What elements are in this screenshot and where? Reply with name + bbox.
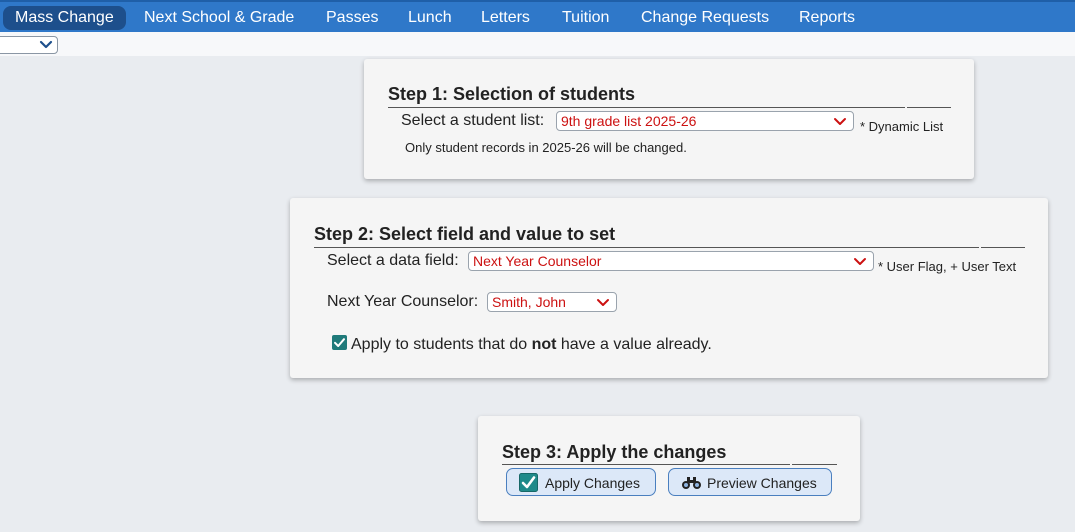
chevron-down-icon	[39, 40, 53, 49]
preview-changes-button[interactable]: Preview Changes	[668, 468, 832, 496]
tab-mass-change[interactable]: Mass Change	[3, 6, 126, 30]
check-icon	[334, 338, 345, 347]
step3-card: Step 3: Apply the changes Apply Changes …	[478, 416, 860, 521]
data-field-select[interactable]: Next Year Counselor	[468, 251, 874, 271]
step2-card: Step 2: Select field and value to set Se…	[290, 198, 1048, 378]
step1-title: Step 1: Selection of students	[388, 84, 636, 104]
tab-change-requests[interactable]: Change Requests	[629, 6, 781, 30]
chevron-down-icon	[854, 258, 866, 265]
student-list-select[interactable]: 9th grade list 2025-26	[556, 111, 854, 131]
apply-empty-label: Apply to students that do not have a val…	[351, 336, 712, 354]
divider	[981, 247, 1025, 248]
chevron-down-icon	[834, 118, 846, 125]
field-type-note: * User Flag, + User Text	[878, 259, 1017, 274]
apply-changes-button[interactable]: Apply Changes	[506, 468, 656, 496]
tab-reports[interactable]: Reports	[787, 6, 867, 30]
divider	[907, 107, 951, 108]
tab-lunch[interactable]: Lunch	[396, 6, 464, 30]
sub-toolbar	[0, 32, 1075, 56]
student-list-label: Select a student list:	[401, 112, 545, 129]
apply-empty-prefix: Apply to students that do	[351, 336, 532, 353]
step2-title: Step 2: Select field and value to set	[314, 224, 616, 244]
counselor-label: Next Year Counselor:	[327, 293, 479, 310]
step1-card: Step 1: Selection of students Select a s…	[364, 59, 974, 179]
counselor-value: Smith, John	[492, 294, 566, 310]
student-list-value: 9th grade list 2025-26	[561, 113, 697, 129]
tab-passes[interactable]: Passes	[314, 6, 390, 30]
data-field-value: Next Year Counselor	[473, 253, 602, 269]
chevron-down-icon	[597, 299, 609, 306]
divider	[502, 464, 790, 465]
check-icon	[519, 473, 538, 492]
step3-title: Step 3: Apply the changes	[502, 442, 727, 462]
tab-tuition[interactable]: Tuition	[550, 6, 621, 30]
dynamic-list-note: * Dynamic List	[860, 119, 944, 134]
counselor-select[interactable]: Smith, John	[487, 292, 617, 312]
apply-empty-checkbox[interactable]	[332, 335, 347, 350]
tab-letters[interactable]: Letters	[469, 6, 542, 30]
data-field-label: Select a data field:	[327, 252, 459, 269]
preview-changes-label: Preview Changes	[707, 475, 817, 491]
binoculars-icon	[682, 477, 701, 489]
tab-next-school-grade[interactable]: Next School & Grade	[132, 6, 306, 30]
apply-changes-label: Apply Changes	[545, 475, 640, 491]
divider	[792, 464, 837, 465]
step1-info: Only student records in 2025-26 will be …	[405, 140, 687, 155]
divider	[388, 107, 905, 108]
apply-empty-emphasis: not	[531, 336, 557, 353]
top-nav: Mass Change Next School & Grade Passes L…	[0, 0, 1075, 32]
apply-empty-suffix: have a value already.	[556, 336, 712, 353]
divider	[314, 247, 979, 248]
context-select[interactable]	[0, 36, 58, 54]
